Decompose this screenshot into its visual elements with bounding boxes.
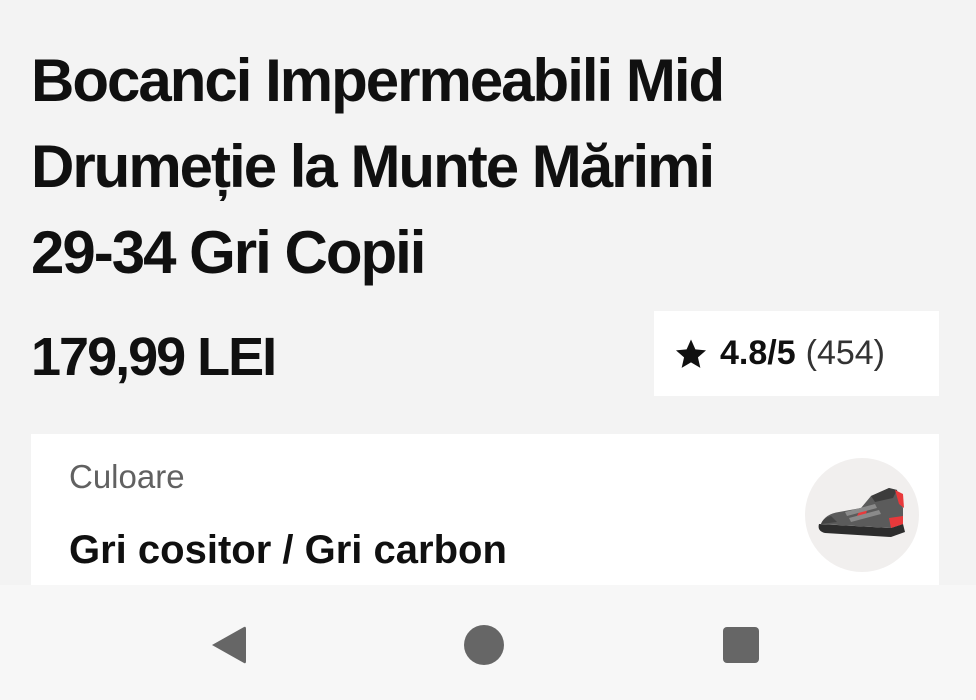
color-label: Culoare [69,458,185,495]
star-icon [675,339,707,368]
color-swatch-thumbnail[interactable] [805,458,919,572]
home-circle-icon[interactable] [462,623,506,667]
back-triangle-icon[interactable] [206,623,250,667]
product-title: Bocanci Impermeabili Mid Drumeție la Mun… [31,38,831,296]
rating-count: (454) [805,334,885,372]
shoe-thumbnail-icon [818,488,905,537]
product-price: 179,99 LEI [31,327,277,387]
system-navigation-bar [0,585,976,700]
product-title-line: Drumeție la Munte Mărimi [31,133,715,200]
recents-square-icon[interactable] [719,623,763,667]
rating-badge[interactable]: 4.8/5 (454) [654,311,939,396]
rating-score: 4.8/5 [720,334,796,372]
product-title-line: Bocanci Impermeabili Mid [31,47,725,114]
product-page: { "product": { "title_lines": ["Bocanci … [0,0,976,700]
product-title-line: 29-34 Gri Copii [31,219,426,286]
color-value: Gri cositor / Gri carbon [69,528,507,572]
color-selector[interactable]: Culoare Gri cositor / Gri carbon [31,434,939,594]
